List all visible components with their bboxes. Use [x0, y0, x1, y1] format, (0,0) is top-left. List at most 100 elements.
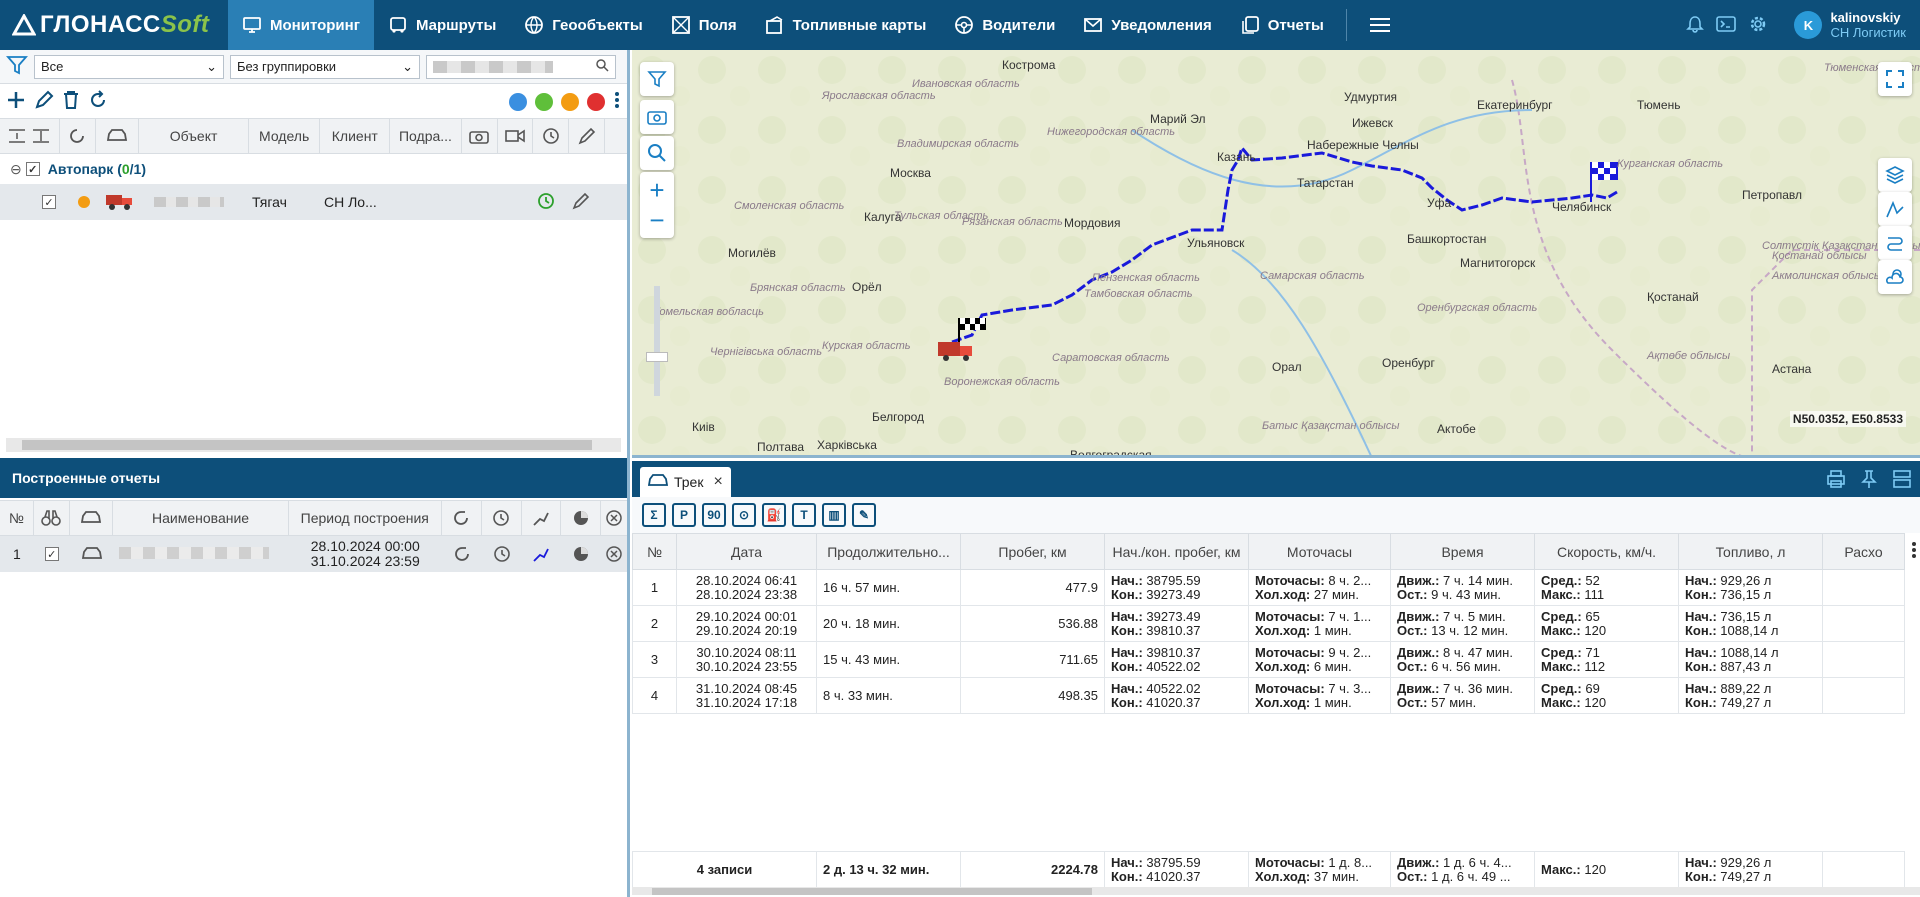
report-close-icon[interactable]	[601, 545, 627, 563]
report-tool-button[interactable]: ▥	[822, 503, 846, 527]
report-row-checkbox[interactable]: ✓	[34, 547, 70, 561]
map-fullscreen-button[interactable]	[1878, 62, 1912, 96]
report-pie-icon[interactable]	[561, 545, 601, 563]
map-route-button[interactable]	[1878, 226, 1912, 260]
object-checkbox[interactable]: ✓	[42, 195, 56, 209]
col-model[interactable]: Модель	[249, 118, 321, 154]
expand-collapse-icon[interactable]	[0, 118, 60, 154]
map-view[interactable]: Кострома Ивановская область Ярославская об…	[632, 50, 1920, 458]
report-row[interactable]: 3 30.10.2024 08:11 30.10.2024 23:55 15 ч. 4…	[632, 641, 1905, 678]
collapse-icon[interactable]: ⊖	[10, 161, 22, 178]
pause-status-icon[interactable]	[509, 92, 527, 111]
report-tool-button[interactable]: T	[792, 503, 816, 527]
report-col-header[interactable]: Пробег, км	[960, 533, 1105, 570]
built-report-row[interactable]: 1 ✓ 28.10.2024 00:00 31.10.2024 23:59	[0, 536, 627, 572]
warning-status-icon[interactable]	[561, 92, 579, 111]
map-layers-button[interactable]	[1878, 158, 1912, 192]
report-tool-button[interactable]: ⊙	[732, 503, 756, 527]
car-col-icon[interactable]	[70, 500, 114, 536]
report-row[interactable]: 4 31.10.2024 08:45 31.10.2024 17:18 8 ч. 33…	[632, 677, 1905, 714]
rebuild-col-icon[interactable]	[442, 500, 482, 536]
history-col-icon[interactable]	[482, 500, 522, 536]
nav-item-field[interactable]: Поля	[657, 0, 751, 50]
nav-item-steering-wheel[interactable]: Водители	[940, 0, 1069, 50]
layout-icon[interactable]	[1892, 469, 1912, 492]
delete-icon[interactable]	[62, 90, 80, 113]
report-row[interactable]: 2 29.10.2024 00:01 29.10.2024 20:19 20 ч. 1…	[632, 605, 1905, 642]
edit-object-icon[interactable]	[572, 192, 590, 213]
edit-icon[interactable]	[34, 90, 54, 113]
binoculars-col-icon[interactable]	[34, 500, 70, 536]
zoom-slider-track[interactable]	[646, 286, 668, 396]
col-object[interactable]: Объект	[139, 118, 249, 154]
report-tool-button[interactable]: ✎	[852, 503, 876, 527]
gear-icon[interactable]	[1748, 14, 1768, 37]
print-icon[interactable]	[1826, 469, 1846, 492]
refresh-col-icon[interactable]	[60, 118, 96, 154]
filter-icon[interactable]	[6, 54, 28, 79]
more-vertical-icon[interactable]	[615, 91, 619, 112]
bell-icon[interactable]	[1686, 15, 1705, 36]
report-col-header[interactable]: Продолжительно...	[816, 533, 961, 570]
car-col-icon[interactable]	[96, 118, 140, 154]
zoom-slider-handle[interactable]	[646, 352, 668, 362]
report-tool-button[interactable]: Σ	[642, 503, 666, 527]
nav-item-globe[interactable]: Геообъекты	[510, 0, 656, 50]
report-col-header[interactable]: Расхо	[1822, 533, 1905, 570]
col-report-name[interactable]: Наименование	[113, 500, 289, 536]
report-tool-button[interactable]: ⛽	[762, 503, 786, 527]
col-client[interactable]: Клиент	[320, 118, 391, 154]
more-col-icon[interactable]	[605, 118, 627, 154]
menu-button[interactable]	[1355, 17, 1405, 33]
add-icon[interactable]	[6, 90, 26, 113]
pencil-col-icon[interactable]	[569, 118, 606, 154]
report-track-icon[interactable]	[522, 545, 562, 563]
track-col-icon[interactable]	[522, 500, 562, 536]
report-columns-menu-icon[interactable]	[1912, 541, 1916, 562]
logo[interactable]: ГЛОНАСС Soft	[0, 0, 228, 50]
history-icon[interactable]	[536, 191, 556, 214]
history-col-icon[interactable]	[533, 118, 570, 154]
avatar[interactable]: K	[1794, 11, 1823, 39]
map-weather-button[interactable]	[1878, 260, 1912, 294]
user-info[interactable]: kalinovskiy СН Логистик	[1830, 10, 1906, 40]
object-row[interactable]: ✓ Тягач СН Ло...	[0, 184, 627, 220]
report-scroll-thumb[interactable]	[652, 888, 1092, 895]
object-search-input[interactable]	[426, 54, 616, 79]
zoom-out-icon[interactable]: −	[649, 205, 664, 235]
nav-item-monitor[interactable]: Мониторинг	[228, 0, 374, 50]
map-filter-button[interactable]	[640, 62, 674, 96]
group-row-autopark[interactable]: ⊖ ✓ Автопарк (0/1)	[0, 154, 627, 184]
nav-item-fuel-card[interactable]: Топливные карты	[751, 0, 941, 50]
grouping-select[interactable]: Без группировки ⌄	[230, 54, 420, 79]
zoom-in-icon[interactable]: +	[649, 175, 664, 205]
col-report-period[interactable]: Период построения	[289, 500, 442, 536]
report-tool-button[interactable]: 90	[702, 503, 726, 527]
report-col-header[interactable]: Дата	[676, 533, 817, 570]
object-type-select[interactable]: Все ⌄	[34, 54, 224, 79]
nav-item-bus[interactable]: Маршруты	[374, 0, 510, 50]
terminal-icon[interactable]	[1716, 15, 1737, 36]
objects-scroll-thumb[interactable]	[22, 440, 592, 450]
col-subdivision[interactable]: Подра...	[390, 118, 462, 154]
report-col-header[interactable]: №	[632, 533, 677, 570]
lock-status-icon[interactable]	[587, 92, 605, 111]
tab-track[interactable]: Трек ×	[640, 467, 731, 497]
ok-status-icon[interactable]	[535, 92, 553, 111]
objects-hscrollbar[interactable]	[6, 438, 621, 452]
report-history-icon[interactable]	[482, 545, 522, 563]
video-col-icon[interactable]	[498, 118, 534, 154]
report-col-header[interactable]: Нач./кон. пробег, км	[1104, 533, 1249, 570]
report-tool-button[interactable]: P	[672, 503, 696, 527]
close-col-icon[interactable]	[601, 500, 627, 536]
col-num[interactable]: №	[0, 500, 34, 536]
map-search-button[interactable]	[640, 136, 674, 170]
map-screenshot-button[interactable]	[640, 100, 674, 134]
report-col-header[interactable]: Время	[1390, 533, 1535, 570]
report-col-header[interactable]: Скорость, км/ч.	[1534, 533, 1679, 570]
refresh-icon[interactable]	[88, 89, 108, 113]
pie-col-icon[interactable]	[561, 500, 602, 536]
map-ruler-button[interactable]	[1878, 192, 1912, 226]
report-col-header[interactable]: Топливо, л	[1678, 533, 1823, 570]
report-col-header[interactable]: Моточасы	[1248, 533, 1391, 570]
